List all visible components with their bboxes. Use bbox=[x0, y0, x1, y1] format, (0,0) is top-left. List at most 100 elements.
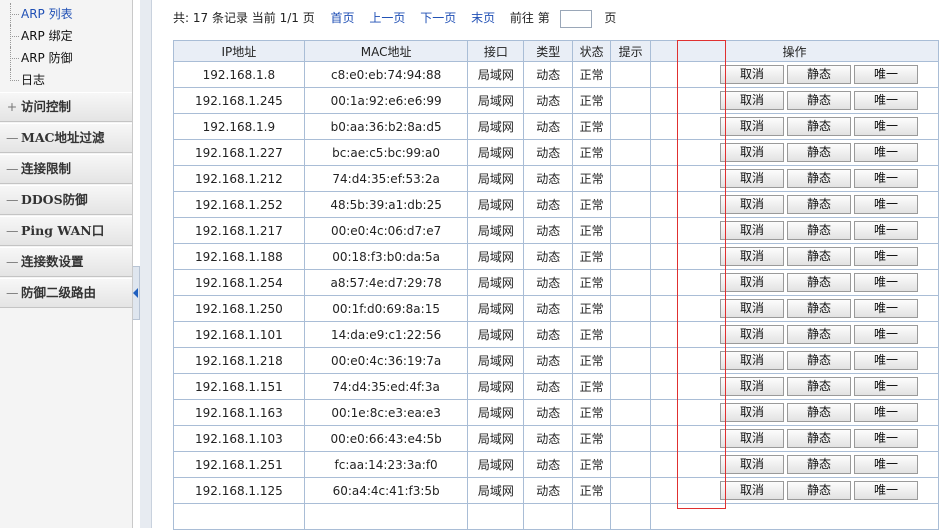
static-button[interactable]: 静态 bbox=[787, 403, 852, 422]
table-row: 192.168.1.151 74:d4:35:ed:4f:3a 局域网 动态 正常 取消静… bbox=[173, 373, 939, 400]
cancel-button[interactable]: 取消 bbox=[720, 455, 785, 474]
sidebar-menu-item[interactable]: + 访问控制 bbox=[0, 92, 132, 122]
cell-type: 动态 bbox=[523, 217, 574, 244]
unique-button[interactable]: 唯一 bbox=[854, 403, 919, 422]
col-header-operations: 操作 bbox=[650, 40, 939, 62]
minus-icon: — bbox=[6, 161, 19, 176]
cancel-button[interactable]: 取消 bbox=[720, 481, 785, 500]
main-content: 共: 17 条记录 当前 1/1 页 首页 上一页 下一页 末页 前往 第 页 … bbox=[153, 0, 939, 530]
unique-button[interactable]: 唯一 bbox=[854, 273, 919, 292]
cancel-button[interactable]: 取消 bbox=[720, 195, 785, 214]
cancel-button[interactable]: 取消 bbox=[720, 221, 785, 240]
table-row: 192.168.1.218 00:e0:4c:36:19:7a 局域网 动态 正常 取消静… bbox=[173, 347, 939, 374]
cell-operations: 取消 静态 唯一 bbox=[650, 321, 939, 348]
tree-connector bbox=[10, 14, 11, 25]
unique-button[interactable]: 唯一 bbox=[854, 351, 919, 370]
cell-status: 正常 bbox=[572, 191, 612, 218]
cancel-button[interactable]: 取消 bbox=[720, 143, 785, 162]
first-page-link[interactable]: 首页 bbox=[331, 11, 355, 25]
sidebar-menu-item[interactable]: — 连接限制 bbox=[0, 154, 132, 184]
unique-button[interactable]: 唯一 bbox=[854, 299, 919, 318]
cancel-button[interactable]: 取消 bbox=[720, 325, 785, 344]
sidebar-menu-item[interactable]: — Ping WAN口 bbox=[0, 216, 132, 246]
unique-button[interactable]: 唯一 bbox=[854, 195, 919, 214]
cancel-button[interactable]: 取消 bbox=[720, 377, 785, 396]
static-button[interactable]: 静态 bbox=[787, 299, 852, 318]
sidebar-sub-item[interactable]: ARP 防御 bbox=[0, 47, 132, 69]
cancel-button[interactable]: 取消 bbox=[720, 65, 785, 84]
static-button[interactable]: 静态 bbox=[787, 221, 852, 240]
static-button[interactable]: 静态 bbox=[787, 377, 852, 396]
static-button[interactable]: 静态 bbox=[787, 65, 852, 84]
prev-page-link[interactable]: 上一页 bbox=[369, 11, 405, 25]
sidebar-sub-item-label: 日志 bbox=[21, 73, 46, 87]
cell-interface: 局域网 bbox=[467, 113, 525, 140]
static-button[interactable]: 静态 bbox=[787, 91, 852, 110]
static-button[interactable]: 静态 bbox=[787, 169, 852, 188]
unique-button[interactable]: 唯一 bbox=[854, 221, 919, 240]
cell-mac: fc:aa:14:23:3a:f0 bbox=[303, 451, 469, 478]
static-button[interactable]: 静态 bbox=[787, 143, 852, 162]
table-row: 192.168.1.8 c8:e0:eb:74:94:88 局域网 动态 正常 取消 静态唯… bbox=[173, 61, 939, 88]
cell-status: 正常 bbox=[572, 373, 612, 400]
cancel-button[interactable]: 取消 bbox=[720, 247, 785, 266]
unique-button[interactable]: 唯一 bbox=[854, 429, 919, 448]
static-button[interactable]: 静态 bbox=[787, 351, 852, 370]
static-button[interactable]: 静态 bbox=[787, 195, 852, 214]
cancel-button[interactable]: 取消 bbox=[720, 117, 785, 136]
table-row: 192.168.1.254 a8:57:4e:d7:29:78 局域网 动态 正常 取消静… bbox=[173, 269, 939, 296]
sidebar-sub-item[interactable]: ARP 列表 bbox=[0, 3, 132, 25]
cancel-button[interactable]: 取消 bbox=[720, 403, 785, 422]
cell-mac: 60:a4:4c:41:f3:5b bbox=[303, 477, 469, 504]
cell-mac: c8:e0:eb:74:94:88 bbox=[303, 61, 469, 88]
cancel-button[interactable]: 取消 bbox=[720, 273, 785, 292]
cell-status: 正常 bbox=[572, 451, 612, 478]
cancel-button[interactable]: 取消 bbox=[720, 351, 785, 370]
cell-ip: 192.168.1.101 bbox=[173, 321, 305, 348]
cell-ip: 192.168.1.245 bbox=[173, 87, 305, 114]
unique-button[interactable]: 唯一 bbox=[854, 65, 919, 84]
sidebar-menu-item[interactable]: — 防御二级路由 bbox=[0, 278, 132, 308]
sidebar-menu-item[interactable]: — DDOS防御 bbox=[0, 185, 132, 215]
unique-button[interactable]: 唯一 bbox=[854, 481, 919, 500]
cancel-button[interactable]: 取消 bbox=[720, 91, 785, 110]
cell-mac: 00:18:f3:b0:da:5a bbox=[303, 243, 469, 270]
sidebar-menu-item-label: 连接数设置 bbox=[21, 254, 84, 269]
sidebar-collapse-toggle[interactable] bbox=[133, 266, 140, 320]
unique-button[interactable]: 唯一 bbox=[854, 247, 919, 266]
unique-button[interactable]: 唯一 bbox=[854, 91, 919, 110]
unique-button[interactable]: 唯一 bbox=[854, 169, 919, 188]
last-page-link[interactable]: 末页 bbox=[471, 11, 495, 25]
cancel-button[interactable]: 取消 bbox=[720, 299, 785, 318]
unique-button[interactable]: 唯一 bbox=[854, 143, 919, 162]
sidebar-menu-item-label: DDOS防御 bbox=[21, 192, 88, 207]
static-button[interactable]: 静态 bbox=[787, 247, 852, 266]
cell-mac: 00:e0:4c:06:d7:e7 bbox=[303, 217, 469, 244]
cell-ip: 192.168.1.250 bbox=[173, 295, 305, 322]
sidebar-sub-item[interactable]: 日志 bbox=[0, 69, 132, 91]
cell-mac: 14:da:e9:c1:22:56 bbox=[303, 321, 469, 348]
sidebar-menu-item[interactable]: — 连接数设置 bbox=[0, 247, 132, 277]
static-button[interactable]: 静态 bbox=[787, 481, 852, 500]
cell-status: 正常 bbox=[572, 295, 612, 322]
unique-button[interactable]: 唯一 bbox=[854, 455, 919, 474]
static-button[interactable]: 静态 bbox=[787, 429, 852, 448]
cell-operations: 取消 静态 唯一 bbox=[650, 399, 939, 426]
cancel-button[interactable]: 取消 bbox=[720, 169, 785, 188]
table-filler-row bbox=[173, 503, 939, 530]
unique-button[interactable]: 唯一 bbox=[854, 377, 919, 396]
cell-status: 正常 bbox=[572, 347, 612, 374]
static-button[interactable]: 静态 bbox=[787, 273, 852, 292]
unique-button[interactable]: 唯一 bbox=[854, 325, 919, 344]
static-button[interactable]: 静态 bbox=[787, 455, 852, 474]
static-button[interactable]: 静态 bbox=[787, 325, 852, 344]
col-header-ip: IP地址 bbox=[173, 40, 305, 62]
sidebar-sub-item[interactable]: ARP 绑定 bbox=[0, 25, 132, 47]
sidebar-menu-item[interactable]: — MAC地址过滤 bbox=[0, 123, 132, 153]
cancel-button[interactable]: 取消 bbox=[720, 429, 785, 448]
next-page-link[interactable]: 下一页 bbox=[420, 11, 456, 25]
goto-page-input[interactable] bbox=[559, 9, 592, 28]
static-button[interactable]: 静态 bbox=[787, 117, 852, 136]
cell-mac: 00:1e:8c:e3:ea:e3 bbox=[303, 399, 469, 426]
unique-button[interactable]: 唯一 bbox=[854, 117, 919, 136]
